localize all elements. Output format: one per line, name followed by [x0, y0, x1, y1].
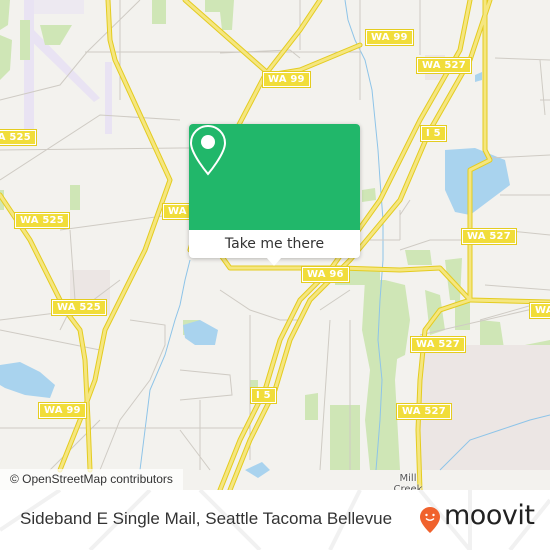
route-shield-wa527: WA 527 — [410, 336, 466, 353]
popup-pointer — [266, 257, 282, 266]
place-label-mill-creek: Mill Creek — [393, 473, 423, 490]
route-shield-i5: I 5 — [420, 125, 447, 142]
route-shield-wa99: WA 99 — [38, 402, 87, 419]
route-shield-wa527: WA 527 — [461, 228, 517, 245]
route-shield-wa527: WA 527 — [416, 57, 472, 74]
route-shield-wa96: WA 96 — [301, 266, 350, 283]
airport-area — [20, 0, 112, 146]
route-shield-wa99: WA 99 — [365, 29, 414, 46]
route-shield-wa525: WA 525 — [14, 212, 70, 229]
map-attribution[interactable]: © OpenStreetMap contributors — [0, 469, 183, 490]
popup-header — [189, 124, 360, 230]
map-view[interactable]: WA 99 WA 99 WA 527 WA 527 WA 527 WA 527 … — [0, 0, 550, 490]
route-shield-wa99: WA 99 — [262, 71, 311, 88]
route-shield-wa525: WA 525 — [51, 299, 107, 316]
route-shield-wa527: WA 527 — [529, 302, 550, 319]
route-shield-wa: WA — [162, 203, 193, 220]
location-title: Sideband E Single Mail, Seattle Tacoma B… — [20, 509, 393, 528]
location-popup[interactable]: Take me there — [189, 124, 360, 266]
map-pin-icon — [189, 124, 227, 176]
route-shield-i5: I 5 — [250, 387, 277, 404]
route-shield-wa525: WA 525 — [0, 129, 37, 146]
moovit-pin-icon — [420, 507, 440, 533]
footer-bar: Sideband E Single Mail, Seattle Tacoma B… — [0, 490, 550, 550]
route-shield-wa527: WA 527 — [396, 403, 452, 420]
take-me-there-button[interactable]: Take me there — [189, 230, 360, 258]
moovit-wordmark: moovit — [444, 500, 535, 531]
